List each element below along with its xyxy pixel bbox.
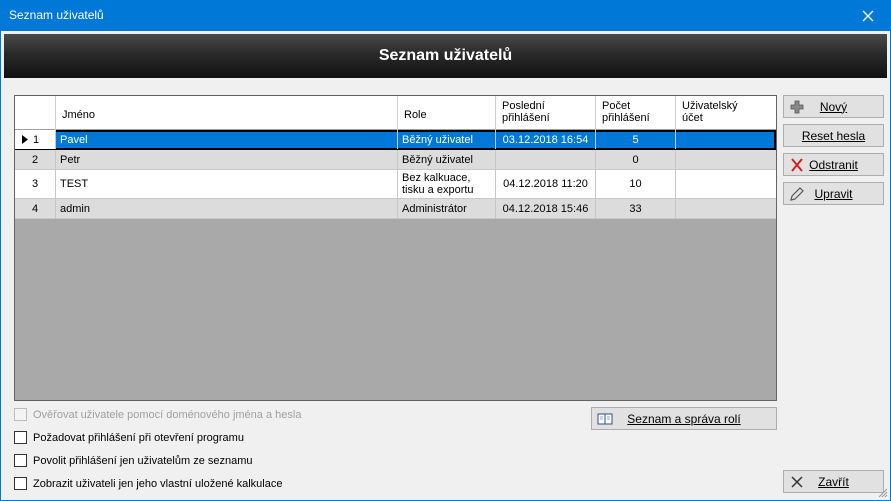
cell-pocet[interactable]: 33 xyxy=(596,199,676,218)
cell-pocet[interactable]: 5 xyxy=(596,130,676,149)
checkbox-own-calcs-only[interactable]: Zobrazit uživateli jen jeho vlastní ulož… xyxy=(14,477,282,490)
cell-ucet[interactable] xyxy=(676,150,776,169)
close-icon xyxy=(862,10,874,21)
checkbox-box[interactable] xyxy=(14,431,27,444)
title-bar: Seznam uživatelů xyxy=(0,0,891,31)
column-header-jmeno[interactable]: Jméno xyxy=(56,96,398,130)
checkbox-label: Povolit přihlášení jen uživatelům ze sez… xyxy=(33,454,253,467)
delete-user-button[interactable]: Odstranit xyxy=(783,153,884,176)
row-header[interactable]: 1 xyxy=(15,130,56,149)
row-header[interactable]: 4 xyxy=(15,199,56,218)
cell-ucet[interactable] xyxy=(676,130,776,149)
cell-posledni[interactable] xyxy=(496,150,596,169)
cell-role[interactable]: Administrátor xyxy=(398,199,496,218)
checkbox-box[interactable] xyxy=(14,454,27,467)
reset-password-button[interactable]: Reset hesla xyxy=(783,124,884,147)
red-x-icon xyxy=(791,158,803,172)
cell-posledni[interactable]: 03.12.2018 16:54 xyxy=(496,130,596,149)
table-header: Jméno Role Poslední přihlášení Počet při… xyxy=(15,96,776,130)
table-row[interactable]: 4 admin Administrátor 04.12.2018 15:46 3… xyxy=(15,199,776,219)
checkbox-domain-auth[interactable]: Ověřovat uživatele pomocí doménového jmé… xyxy=(14,408,301,421)
cell-jmeno[interactable]: Petr xyxy=(56,150,398,169)
cell-role[interactable]: Bez kalkuace, tisku a exportu xyxy=(398,170,496,198)
checkbox-label: Požadovat přihlášení při otevření progra… xyxy=(33,431,244,444)
checkbox-box[interactable] xyxy=(14,477,27,490)
resize-grip-icon[interactable] xyxy=(878,488,888,498)
roles-label: Seznam a správa rolí xyxy=(627,411,741,426)
users-table[interactable]: Jméno Role Poslední přihlášení Počet při… xyxy=(14,95,777,401)
dialog-body: Seznam uživatelů Jméno Role Poslední při… xyxy=(0,31,891,501)
pencil-icon xyxy=(790,187,804,201)
checkbox-require-login[interactable]: Požadovat přihlášení při otevření progra… xyxy=(14,431,244,444)
add-user-button[interactable]: Nový xyxy=(783,95,884,118)
triangle-right-icon xyxy=(22,135,28,144)
cell-jmeno[interactable]: TEST xyxy=(56,170,398,198)
row-header-corner xyxy=(15,96,56,130)
cell-posledni[interactable]: 04.12.2018 11:20 xyxy=(496,170,596,198)
plus-icon xyxy=(790,100,804,114)
edit-user-button[interactable]: Upravit xyxy=(783,182,884,205)
reset-password-label: Reset hesla xyxy=(801,128,866,143)
column-header-posledni[interactable]: Poslední přihlášení xyxy=(496,96,596,130)
cell-pocet[interactable]: 10 xyxy=(596,170,676,198)
column-header-ucet[interactable]: Uživatelský účet xyxy=(676,96,776,130)
cell-pocet[interactable]: 0 xyxy=(596,150,676,169)
cell-jmeno[interactable]: Pavel xyxy=(56,130,398,149)
checkbox-allow-listed-only[interactable]: Povolit přihlášení jen uživatelům ze sez… xyxy=(14,454,253,467)
table-row[interactable]: 3 TEST Bez kalkuace, tisku a exportu 04.… xyxy=(15,170,776,199)
checkbox-label: Ověřovat uživatele pomocí doménového jmé… xyxy=(33,408,302,421)
table-row[interactable]: 2 Petr Běžný uživatel 0 xyxy=(15,150,776,170)
cell-role[interactable]: Běžný uživatel xyxy=(398,130,496,149)
column-header-role[interactable]: Role xyxy=(398,96,496,130)
row-number: 1 xyxy=(33,133,40,146)
close-window-button[interactable] xyxy=(845,0,891,31)
checkbox-label: Zobrazit uživateli jen jeho vlastní ulož… xyxy=(33,477,283,490)
cell-ucet[interactable] xyxy=(676,170,776,198)
close-button[interactable]: Zavřít xyxy=(783,470,884,493)
table-row[interactable]: 1 Pavel Běžný uživatel 03.12.2018 16:54 … xyxy=(15,130,776,150)
cell-jmeno[interactable]: admin xyxy=(56,199,398,218)
checkbox-box[interactable] xyxy=(14,408,27,421)
roles-button[interactable]: Seznam a správa rolí xyxy=(591,407,777,430)
cell-role[interactable]: Běžný uživatel xyxy=(398,150,496,169)
x-icon xyxy=(791,476,803,488)
page-title: Seznam uživatelů xyxy=(4,34,887,78)
row-header[interactable]: 2 xyxy=(15,150,56,169)
window-title: Seznam uživatelů xyxy=(9,8,104,22)
row-header[interactable]: 3 xyxy=(15,170,56,198)
book-icon xyxy=(597,413,613,425)
cell-posledni[interactable]: 04.12.2018 15:46 xyxy=(496,199,596,218)
column-header-pocet[interactable]: Počet přihlášení xyxy=(596,96,676,130)
cell-ucet[interactable] xyxy=(676,199,776,218)
